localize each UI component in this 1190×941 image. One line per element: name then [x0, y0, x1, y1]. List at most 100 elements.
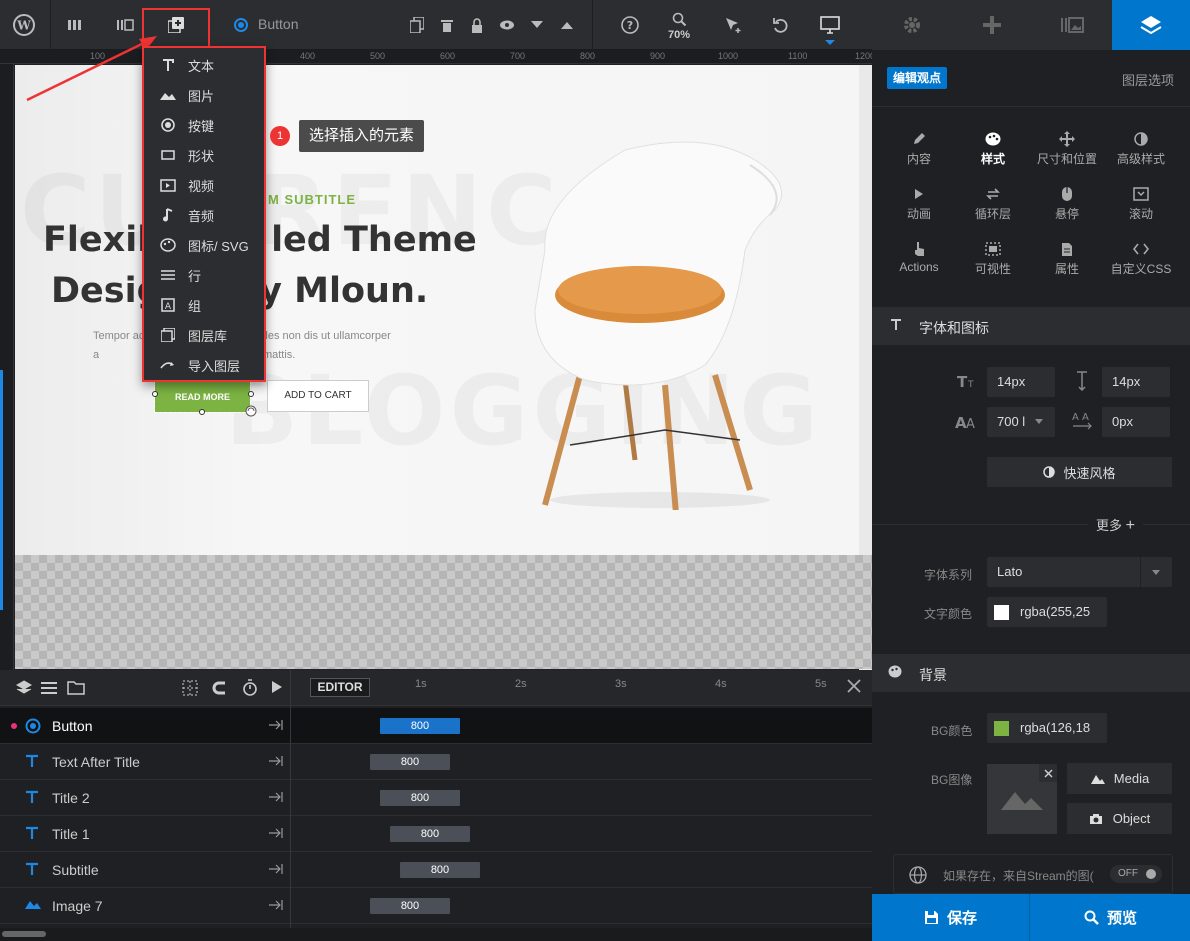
menu-item-image[interactable]: 图片 — [160, 84, 214, 106]
text-icon — [25, 862, 41, 878]
timeline-scrollbar[interactable] — [0, 928, 872, 941]
layers-library-icon — [160, 327, 176, 343]
tab-actions[interactable]: Actions — [880, 238, 958, 274]
timeline-row[interactable]: Title 1 800 — [0, 816, 872, 852]
arrow-right-icon[interactable] — [268, 755, 284, 767]
arrow-right-icon[interactable] — [268, 719, 284, 731]
tab-loop[interactable]: 循环层 — [954, 183, 1032, 222]
font-size-field[interactable]: 14px — [987, 367, 1055, 397]
play-icon[interactable] — [271, 680, 283, 694]
edit-view-badge[interactable]: 编辑观点 — [887, 67, 948, 89]
zoom-control[interactable]: 70% — [665, 12, 695, 42]
tab-attributes[interactable]: 属性 — [1028, 238, 1106, 277]
font-weight-select[interactable]: 700 l — [987, 407, 1055, 437]
image-icon — [25, 898, 41, 914]
layer-name: Subtitle — [52, 862, 99, 878]
resize-handle[interactable] — [248, 391, 254, 397]
timeline-row[interactable]: Image 7 800 — [0, 888, 872, 924]
tab-advanced-style[interactable]: 高级样式 — [1102, 128, 1180, 167]
more-button[interactable]: 更多 + — [1088, 515, 1143, 535]
layers-icon[interactable] — [16, 680, 32, 696]
lock-icon[interactable] — [465, 13, 489, 37]
timeline-bar[interactable]: 800 — [400, 862, 480, 878]
duplicate-icon[interactable] — [405, 13, 429, 37]
move-down-icon[interactable] — [525, 13, 549, 37]
letter-spacing-field[interactable]: 0px — [1102, 407, 1170, 437]
list-icon[interactable] — [41, 681, 57, 695]
tab-custom-css[interactable]: 自定义CSS — [1102, 238, 1180, 277]
menu-item-text[interactable]: 文本 — [160, 54, 214, 76]
menu-item-group[interactable]: A组 — [160, 294, 201, 316]
read-more-button[interactable]: READ MORE — [154, 381, 251, 413]
settings-tab[interactable] — [872, 0, 952, 50]
tab-visibility[interactable]: 可视性 — [954, 238, 1032, 277]
resize-handle[interactable] — [199, 409, 205, 415]
close-icon[interactable] — [847, 679, 861, 693]
arrow-right-icon[interactable] — [268, 791, 284, 803]
save-button[interactable]: 保存 — [872, 894, 1030, 941]
bg-image-placeholder[interactable] — [987, 764, 1057, 834]
slide-subtitle[interactable]: M SUBTITLE — [268, 192, 356, 207]
timer-icon[interactable] — [242, 679, 258, 696]
timeline-bar[interactable]: 800 — [370, 898, 450, 914]
timeline-row[interactable]: Text After Title 800 — [0, 744, 872, 780]
timeline-row[interactable]: Subtitle 800 — [0, 852, 872, 888]
menu-item-audio[interactable]: 音频 — [160, 204, 214, 226]
layers-tab[interactable] — [1112, 0, 1190, 50]
menu-item-layer-library[interactable]: 图层库 — [160, 324, 227, 346]
arrow-right-icon[interactable] — [268, 863, 284, 875]
bg-color-field[interactable]: rgba(126,18 — [987, 713, 1107, 743]
rotate-handle-icon[interactable] — [245, 405, 257, 417]
navigation-tab[interactable] — [952, 0, 1032, 50]
undo-icon[interactable] — [768, 13, 792, 37]
timeline-bar[interactable]: 800 — [370, 754, 450, 770]
timeline-bar[interactable]: 800 — [380, 718, 460, 734]
preview-button[interactable]: 预览 — [1031, 894, 1190, 941]
quick-style-button[interactable]: 快速风格 — [987, 457, 1172, 487]
desktop-view-icon[interactable] — [818, 13, 842, 37]
text-color-field[interactable]: rgba(255,25 — [987, 597, 1107, 627]
timeline-bar[interactable]: 800 — [390, 826, 470, 842]
background-section-header[interactable]: 背景 — [872, 654, 1190, 692]
delete-icon[interactable] — [435, 13, 459, 37]
tab-scroll[interactable]: 滚动 — [1102, 183, 1180, 222]
menu-item-icon-svg[interactable]: 图标/ SVG — [160, 234, 249, 256]
timeline-row[interactable]: Button 800 — [0, 708, 872, 744]
magnet-icon[interactable] — [212, 680, 228, 696]
object-button[interactable]: Object — [1067, 803, 1172, 834]
line-height-field[interactable]: 14px — [1102, 367, 1170, 397]
layers-icon — [1140, 16, 1162, 35]
chair-image[interactable] — [505, 130, 805, 510]
timeline-bar[interactable]: 800 — [380, 790, 460, 806]
stream-toggle[interactable]: OFF — [1110, 865, 1162, 883]
media-button[interactable]: Media — [1067, 763, 1172, 794]
tab-hover[interactable]: 悬停 — [1028, 183, 1106, 222]
tab-content[interactable]: 内容 — [880, 128, 958, 167]
menu-item-row[interactable]: 行 — [160, 264, 201, 286]
slides-tab[interactable] — [1032, 0, 1112, 50]
color-swatch[interactable] — [994, 721, 1009, 736]
menu-item-import-layer[interactable]: 导入图层 — [160, 354, 240, 376]
color-swatch[interactable] — [994, 605, 1009, 620]
menu-item-shape[interactable]: 形状 — [160, 144, 214, 166]
font-family-select[interactable]: Lato — [987, 557, 1172, 587]
resize-handle[interactable] — [152, 391, 158, 397]
move-up-icon[interactable] — [555, 13, 579, 37]
help-icon[interactable]: ? — [618, 13, 642, 37]
arrow-right-icon[interactable] — [268, 899, 284, 911]
font-section-header[interactable]: 字体和图标 — [872, 307, 1190, 345]
menu-item-video[interactable]: 视频 — [160, 174, 214, 196]
timeline-row[interactable]: Title 2 800 — [0, 780, 872, 816]
folder-icon[interactable] — [67, 680, 85, 695]
tab-style[interactable]: 样式 — [954, 128, 1032, 167]
select-tool-icon[interactable] — [722, 13, 746, 37]
tab-animation[interactable]: 动画 — [880, 183, 958, 222]
tab-size-position[interactable]: 尺寸和位置 — [1028, 128, 1106, 167]
add-to-cart-button[interactable]: ADD TO CART — [267, 380, 369, 412]
menu-item-button[interactable]: 按键 — [160, 114, 214, 136]
grid-snap-icon[interactable] — [182, 680, 198, 696]
editor-label[interactable]: EDITOR — [310, 678, 370, 697]
close-icon[interactable] — [1039, 764, 1057, 782]
arrow-right-icon[interactable] — [268, 827, 284, 839]
visibility-icon[interactable] — [495, 13, 519, 37]
